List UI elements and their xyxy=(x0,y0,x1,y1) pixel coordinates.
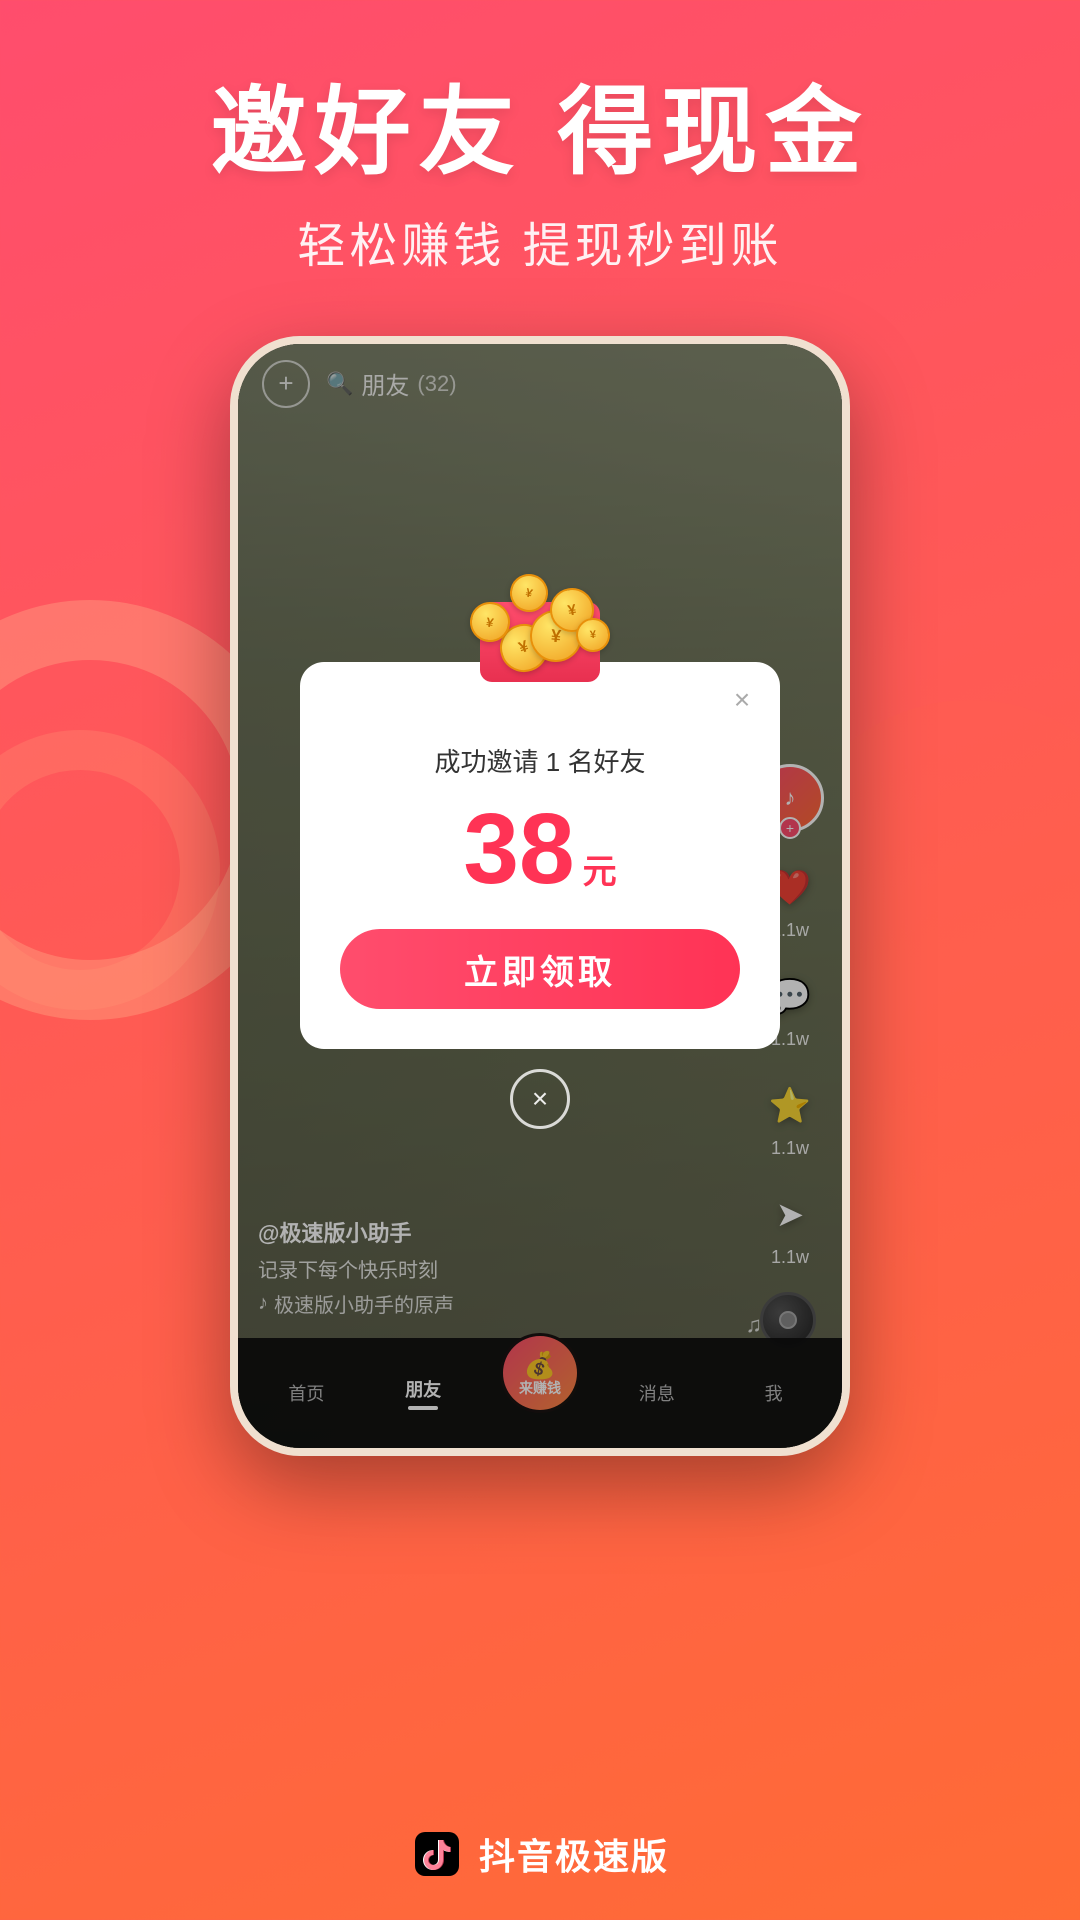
amount-number: 38 xyxy=(463,799,574,899)
tiktok-logo-icon xyxy=(415,1832,459,1876)
header: 邀好友 得现金 轻松赚钱 提现秒到账 xyxy=(0,0,1080,276)
coins-decoration: ¥ ¥ ¥ ¥ ¥ ¥ xyxy=(440,582,640,682)
app-name-label: 抖音极速版 xyxy=(479,1828,669,1880)
amount-unit: 元 xyxy=(583,844,617,893)
reward-modal-card: ¥ ¥ ¥ ¥ ¥ ¥ × 成功邀请 1 名好友 38 元 xyxy=(300,662,780,1049)
app-footer: 抖音极速版 xyxy=(0,1828,1080,1880)
phone-mockup-container: + 🔍 朋友 (32) ♪ + ❤️ 1.1w xyxy=(0,336,1080,1456)
modal-close-button[interactable]: × xyxy=(724,682,760,718)
reward-modal-overlay: ¥ ¥ ¥ ¥ ¥ ¥ × 成功邀请 1 名好友 38 元 xyxy=(238,344,842,1448)
claim-reward-button[interactable]: 立即领取 xyxy=(340,929,740,1009)
modal-dismiss-button[interactable]: × xyxy=(510,1069,570,1129)
claim-button-label: 立即领取 xyxy=(464,945,616,994)
phone-mockup: + 🔍 朋友 (32) ♪ + ❤️ 1.1w xyxy=(230,336,850,1456)
app-logo xyxy=(411,1828,463,1880)
header-subtitle: 轻松赚钱 提现秒到账 xyxy=(0,206,1080,276)
header-title: 邀好友 得现金 xyxy=(0,80,1080,186)
modal-reward-amount: 38 元 xyxy=(300,799,780,899)
phone-screen: + 🔍 朋友 (32) ♪ + ❤️ 1.1w xyxy=(238,344,842,1448)
